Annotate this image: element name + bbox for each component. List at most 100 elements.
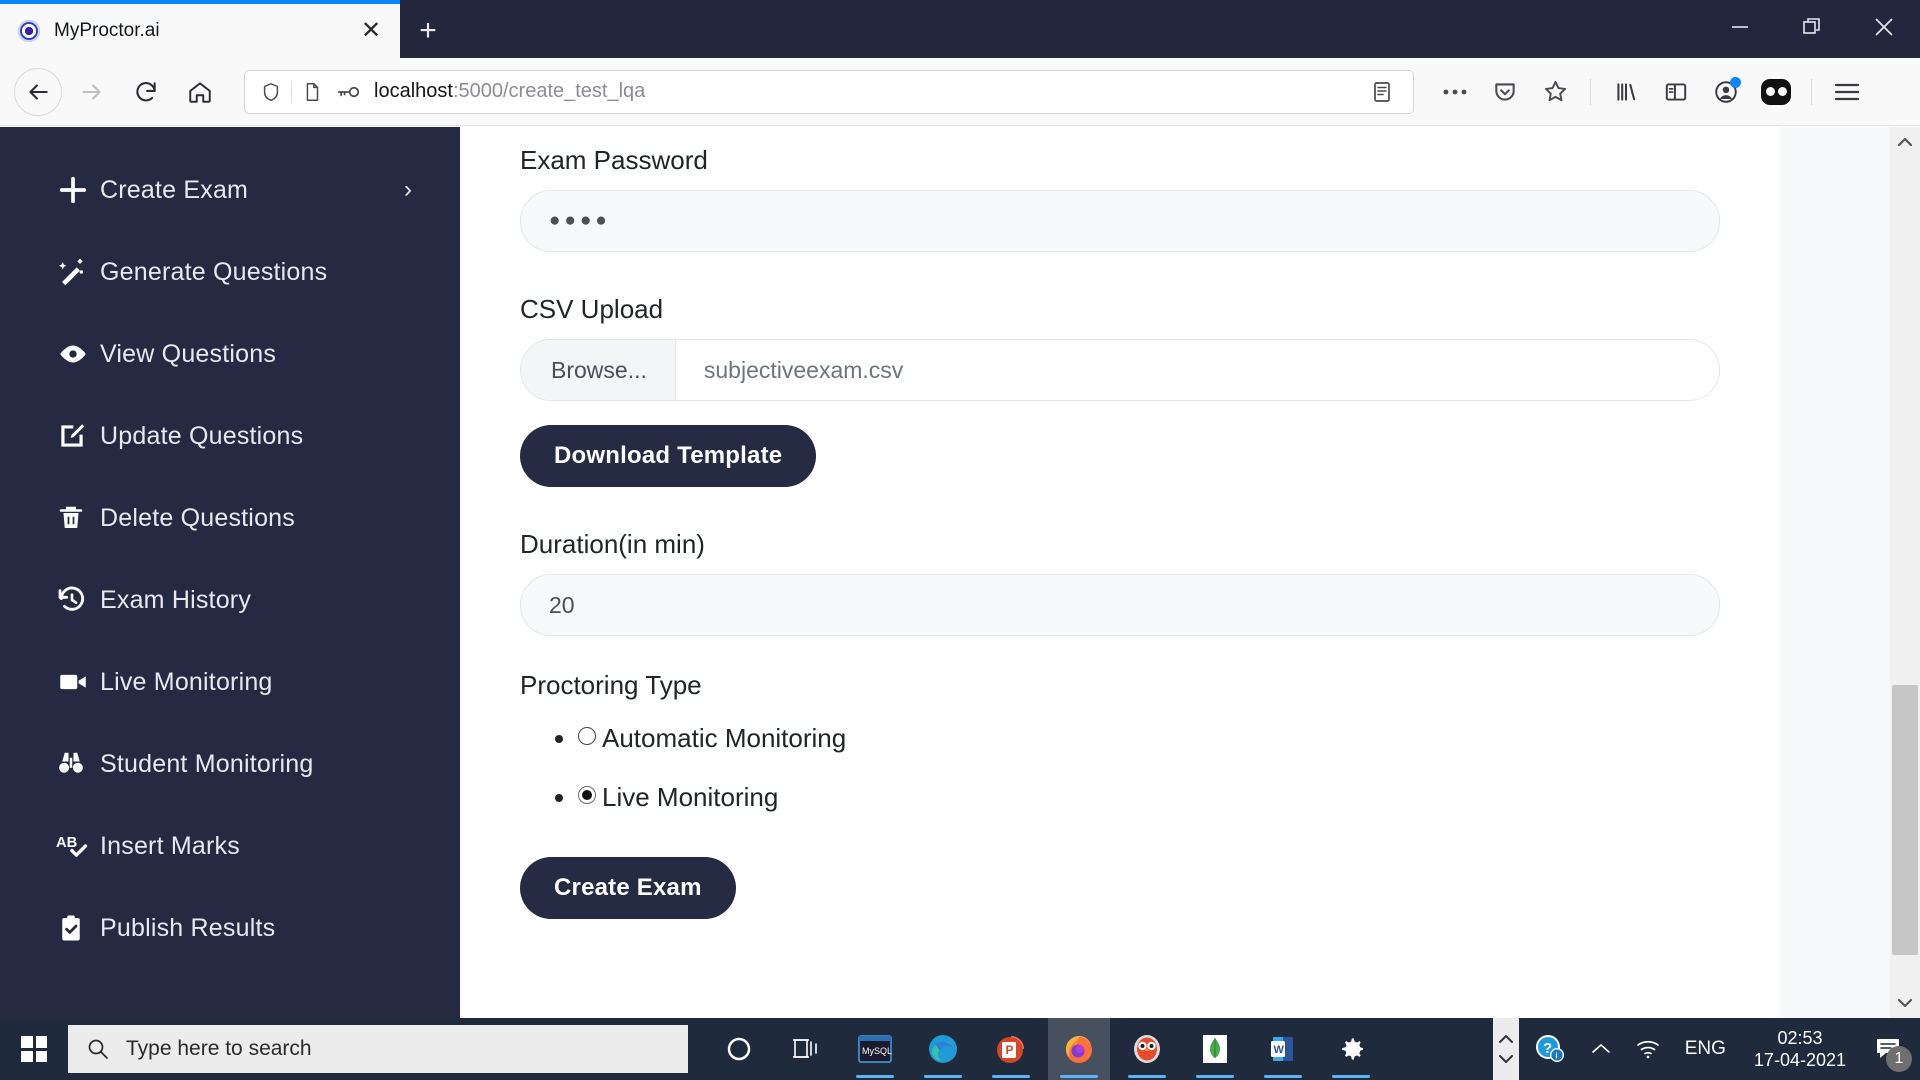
account-icon[interactable] — [1703, 69, 1749, 115]
windows-start-icon[interactable] — [0, 1018, 68, 1080]
browser-tab[interactable]: MyProctor.ai ✕ — [0, 4, 400, 58]
chevron-right-icon[interactable]: › — [404, 176, 412, 204]
csv-file-input[interactable]: Browse... subjectiveexam.csv — [520, 339, 1720, 401]
app-open-indicator — [1128, 1075, 1166, 1078]
app-open-indicator — [1196, 1075, 1234, 1078]
taskbar-clock[interactable]: 02:53 17-04-2021 — [1740, 1027, 1860, 1072]
sidebar-item-label: View Questions — [100, 339, 277, 368]
pocket-icon[interactable] — [1482, 69, 1528, 115]
minimize-button[interactable] — [1704, 0, 1776, 54]
extension-icon[interactable] — [1753, 69, 1799, 115]
app-open-indicator — [924, 1075, 962, 1078]
sidebar-item-generate-questions[interactable]: Generate Questions — [0, 231, 460, 313]
duration-input[interactable]: 20 — [520, 574, 1720, 636]
close-icon[interactable]: ✕ — [356, 16, 386, 46]
bookmark-star-icon[interactable] — [1532, 69, 1578, 115]
radio-live-monitoring[interactable] — [578, 786, 596, 804]
language-indicator[interactable]: ENG — [1675, 1018, 1736, 1080]
key-icon[interactable] — [330, 76, 366, 108]
mongodb-icon[interactable] — [1184, 1018, 1246, 1080]
page-scrollbar[interactable] — [1890, 127, 1920, 1018]
page-info-icon[interactable] — [294, 76, 330, 108]
sidebar-icon[interactable] — [1653, 69, 1699, 115]
eye-icon — [56, 337, 100, 371]
back-arrow-icon[interactable] — [14, 67, 62, 116]
proctoring-option-label: Live Monitoring — [602, 782, 779, 812]
sidebar-item-insert-marks[interactable]: AB Insert Marks — [0, 805, 460, 887]
page-actions-ellipsis-icon[interactable] — [1432, 69, 1478, 115]
powerpoint-icon[interactable]: P — [980, 1018, 1042, 1080]
sidebar-item-label: Delete Questions — [100, 503, 295, 532]
scroll-down-button[interactable] — [1890, 988, 1920, 1018]
new-tab-button[interactable]: + — [400, 4, 456, 58]
taskbar-app-buttons: MySQL P W — [708, 1018, 1382, 1080]
proctoring-option-label: Automatic Monitoring — [602, 723, 847, 753]
wifi-icon[interactable] — [1625, 1018, 1671, 1080]
show-hidden-icons-chevron[interactable] — [1581, 1018, 1621, 1080]
history-clock-icon — [56, 584, 100, 616]
shield-icon[interactable] — [253, 76, 289, 108]
browse-button[interactable]: Browse... — [521, 340, 676, 400]
forward-arrow-icon — [68, 68, 116, 116]
firefox-window: MyProctor.ai ✕ + localhost:5000/create_t… — [0, 0, 1920, 1018]
app-open-indicator — [1060, 1075, 1098, 1078]
sidebar-item-live-monitoring[interactable]: Live Monitoring — [0, 641, 460, 723]
home-icon[interactable] — [176, 68, 224, 116]
browser-titlebar: MyProctor.ai ✕ + — [0, 0, 1920, 58]
sidebar-item-label: Create Exam — [100, 175, 249, 204]
browser-toolbar-icons — [1432, 69, 1870, 115]
sidebar-item-delete-questions[interactable]: Delete Questions — [0, 477, 460, 559]
settings-gear-icon[interactable] — [1320, 1018, 1382, 1080]
svg-text:W: W — [1274, 1044, 1285, 1056]
sidebar-item-view-questions[interactable]: View Questions — [0, 313, 460, 395]
duration-value: 20 — [549, 591, 575, 618]
video-camera-icon — [56, 665, 100, 699]
download-template-button[interactable]: Download Template — [520, 425, 817, 487]
task-view-icon[interactable] — [776, 1018, 838, 1080]
reader-view-icon[interactable] — [1359, 69, 1405, 115]
sidebar-item-label: Exam History — [100, 585, 252, 614]
sidebar-item-update-questions[interactable]: Update Questions — [0, 395, 460, 477]
sidebar-item-student-monitoring[interactable]: Student Monitoring — [0, 723, 460, 805]
restore-button[interactable] — [1776, 0, 1848, 54]
radio-automatic-monitoring[interactable] — [578, 727, 596, 745]
scroll-up-button[interactable] — [1890, 127, 1920, 157]
sidebar-item-label: Insert Marks — [100, 831, 240, 860]
app-sidebar: Create Exam › Generate Questions View Qu… — [0, 127, 460, 1018]
owl-app-icon[interactable] — [1116, 1018, 1178, 1080]
sidebar-item-exam-history[interactable]: Exam History — [0, 559, 460, 641]
sidebar-item-publish-results[interactable]: Publish Results — [0, 887, 460, 969]
reload-icon[interactable] — [122, 68, 170, 116]
sidebar-item-label: Generate Questions — [100, 257, 328, 286]
url-text[interactable]: localhost:5000/create_test_lqa — [366, 80, 1359, 103]
sidebar-item-create-exam[interactable]: Create Exam › — [0, 149, 460, 231]
library-icon[interactable] — [1603, 69, 1649, 115]
svg-text:P: P — [1006, 1043, 1014, 1057]
create-exam-submit-button[interactable]: Create Exam — [520, 857, 736, 919]
edge-icon[interactable] — [912, 1018, 974, 1080]
url-host: localhost — [374, 80, 453, 102]
hamburger-menu-icon[interactable] — [1824, 69, 1870, 115]
svg-text:i: i — [1555, 1052, 1557, 1061]
exam-password-input[interactable]: ●●●● — [520, 190, 1720, 252]
taskbar-search-input[interactable]: Type here to search — [68, 1025, 688, 1073]
taskbar-scroll-spinner[interactable] — [1492, 1018, 1519, 1080]
notifications-icon[interactable]: 1 — [1864, 1018, 1914, 1080]
scrollbar-thumb[interactable] — [1892, 685, 1918, 955]
address-bar[interactable]: localhost:5000/create_test_lqa — [244, 69, 1414, 115]
proctoring-option-live[interactable]: Live Monitoring — [578, 782, 1720, 813]
duration-label: Duration(in min) — [520, 529, 705, 559]
notification-count-badge: 1 — [1886, 1046, 1912, 1072]
proctoring-option-automatic[interactable]: Automatic Monitoring — [578, 723, 1720, 754]
cortana-icon[interactable] — [708, 1018, 770, 1080]
close-button[interactable] — [1848, 0, 1920, 54]
myproctor-logo-icon — [18, 20, 40, 42]
edit-square-icon — [56, 420, 100, 452]
help-question-icon[interactable]: ? i — [1523, 1018, 1577, 1080]
exam-password-value: ●●●● — [549, 210, 611, 231]
firefox-icon[interactable] — [1048, 1018, 1110, 1080]
csv-upload-label: CSV Upload — [520, 294, 664, 324]
mysql-icon[interactable]: MySQL — [844, 1018, 906, 1080]
word-icon[interactable]: W — [1252, 1018, 1314, 1080]
app-open-indicator — [856, 1075, 894, 1078]
